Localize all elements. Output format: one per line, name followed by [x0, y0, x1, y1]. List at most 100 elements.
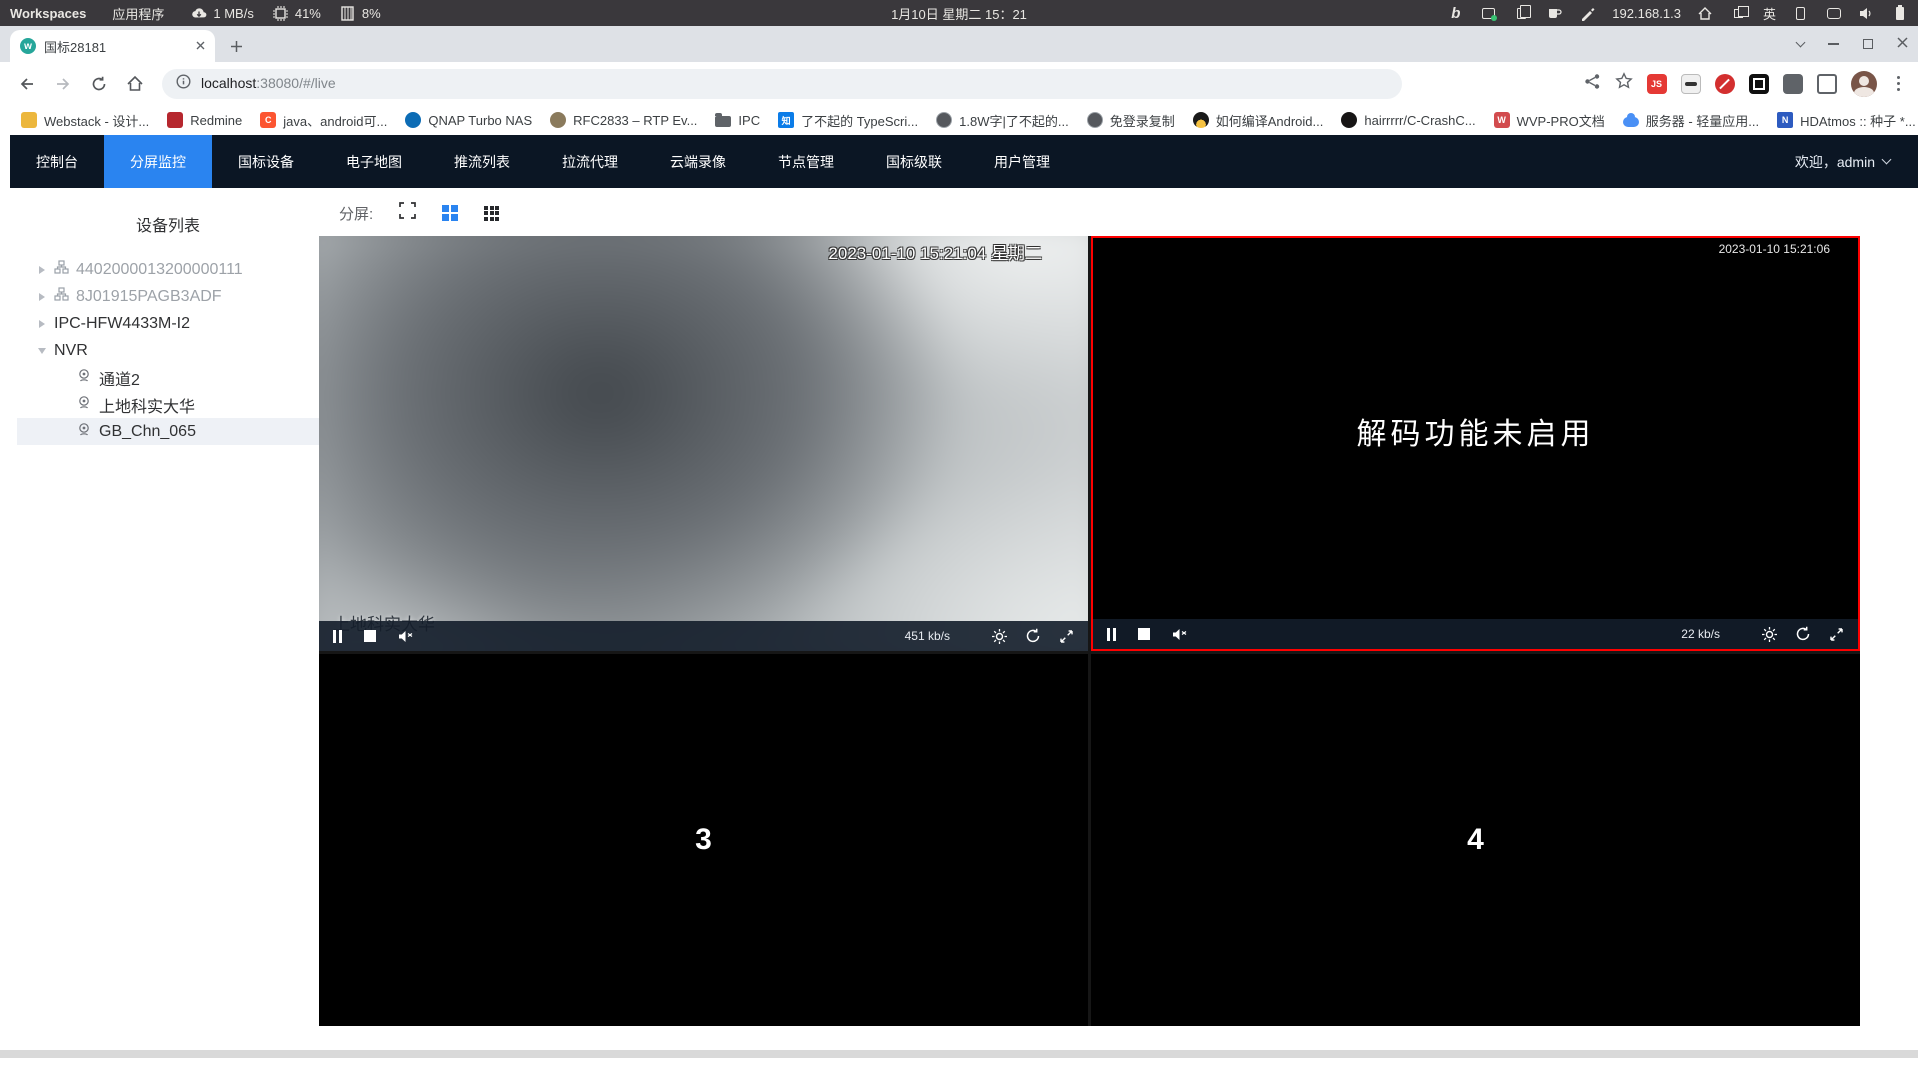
- window-close-button[interactable]: [1897, 35, 1908, 53]
- nine-split-icon[interactable]: [484, 205, 500, 221]
- share-icon[interactable]: [1584, 73, 1601, 95]
- bookmark-item[interactable]: 1.8W字|了不起的...: [927, 111, 1078, 130]
- bookmark-item[interactable]: 知了不起的 TypeScri...: [769, 111, 927, 130]
- nav-item-console[interactable]: 控制台: [10, 135, 104, 188]
- bookmark-item[interactable]: Cjava、android可...: [251, 111, 396, 130]
- phone-link-icon[interactable]: [1792, 5, 1809, 22]
- nav-item-gb-devices[interactable]: 国标设备: [212, 135, 320, 188]
- video-tile-2-selected[interactable]: 2023-01-10 15:21:06 解码功能未启用 22 kb/s: [1091, 236, 1860, 651]
- nav-item-pull-proxy[interactable]: 拉流代理: [536, 135, 644, 188]
- tree-item-channel[interactable]: 上地科实大华: [17, 391, 319, 418]
- nav-item-push-list[interactable]: 推流列表: [428, 135, 536, 188]
- bookmark-item[interactable]: RFC2833 – RTP Ev...: [541, 112, 706, 128]
- volume-icon[interactable]: [1858, 5, 1875, 22]
- tweaks-tray-icon[interactable]: [1579, 5, 1596, 22]
- bookmark-item[interactable]: Redmine: [158, 112, 251, 128]
- applications-menu[interactable]: 应用程序: [112, 4, 164, 23]
- browser-menu-icon[interactable]: [1891, 75, 1907, 92]
- tree-item-device[interactable]: IPC-HFW4433M-I2: [17, 310, 319, 337]
- tab-search-icon[interactable]: [1795, 37, 1806, 48]
- four-split-icon[interactable]: [442, 205, 459, 221]
- stop-button[interactable]: [1138, 628, 1150, 640]
- nav-item-cloud-record[interactable]: 云端录像: [644, 135, 752, 188]
- pause-button[interactable]: [1107, 627, 1116, 641]
- user-menu[interactable]: 欢迎，admin: [1795, 135, 1892, 188]
- nav-item-node-manage[interactable]: 节点管理: [752, 135, 860, 188]
- new-tab-button[interactable]: [223, 33, 249, 59]
- pause-button[interactable]: [333, 629, 342, 643]
- tree-item-platform[interactable]: 4402000013200000111: [17, 256, 319, 283]
- settings-gear-icon[interactable]: [992, 628, 1007, 644]
- site-info-icon[interactable]: [176, 73, 191, 94]
- single-screen-icon[interactable]: [399, 202, 417, 224]
- browser-tab[interactable]: w 国标28181: [10, 30, 215, 62]
- screenshot-tray-icon[interactable]: [1480, 5, 1498, 22]
- bing-tray-icon[interactable]: b: [1447, 5, 1464, 22]
- caret-down-icon[interactable]: [38, 347, 46, 354]
- extension-js-icon[interactable]: JS: [1646, 73, 1667, 94]
- caret-right-icon[interactable]: [39, 265, 45, 274]
- home-tray-icon[interactable]: [1697, 5, 1714, 22]
- tree-item-channel-selected[interactable]: GB_Chn_065: [17, 418, 319, 445]
- bookmark-item[interactable]: W WVP-PRO文档: [1485, 111, 1614, 130]
- profile-avatar[interactable]: [1850, 70, 1877, 97]
- nav-item-map[interactable]: 电子地图: [320, 135, 428, 188]
- tree-item-channel[interactable]: 通道2: [17, 364, 319, 391]
- reload-button[interactable]: [84, 69, 114, 99]
- extension-frame-icon[interactable]: [1816, 73, 1837, 94]
- folder-icon: [715, 113, 732, 127]
- extensions-puzzle-icon[interactable]: [1782, 73, 1803, 94]
- bookmark-item[interactable]: 如何编译Android...: [1184, 111, 1333, 130]
- extension-blocker-icon[interactable]: [1714, 73, 1735, 94]
- bookmark-item[interactable]: N HDAtmos :: 种子 *...: [1768, 111, 1918, 130]
- workspaces-button[interactable]: Workspaces: [10, 6, 86, 21]
- refresh-icon[interactable]: [1025, 628, 1041, 644]
- caret-right-icon[interactable]: [39, 292, 45, 301]
- cpu-indicator[interactable]: 41%: [272, 5, 321, 22]
- clipboard-tray-icon[interactable]: [1513, 4, 1532, 22]
- settings-gear-icon[interactable]: [1762, 626, 1777, 642]
- tree-item-platform[interactable]: 8J01915PAGB3ADF: [17, 283, 319, 310]
- battery-icon[interactable]: [1891, 4, 1908, 22]
- tab-close-icon[interactable]: [196, 37, 205, 55]
- caret-right-icon[interactable]: [39, 319, 45, 328]
- back-button[interactable]: [12, 69, 42, 99]
- nav-item-gb-cascade[interactable]: 国标级联: [860, 135, 968, 188]
- bookmark-item[interactable]: hairrrrr/C-CrashC...: [1332, 112, 1484, 128]
- refresh-icon[interactable]: [1795, 626, 1811, 642]
- bookmark-star-icon[interactable]: [1614, 72, 1633, 95]
- mute-button[interactable]: [398, 630, 414, 643]
- bookmark-item[interactable]: 免登录复制: [1078, 111, 1184, 130]
- nav-item-user-manage[interactable]: 用户管理: [968, 135, 1076, 188]
- mute-button[interactable]: [1172, 628, 1188, 641]
- video-tile-1[interactable]: 2023-01-10 15:21:04 星期二 上地科实大华 451 kb/s: [319, 236, 1088, 651]
- caffeine-tray-icon[interactable]: [1546, 5, 1563, 22]
- window-maximize-button[interactable]: [1863, 39, 1873, 49]
- bookmark-item[interactable]: Webstack - 设计...: [12, 111, 158, 130]
- tree-item-device-nvr[interactable]: NVR: [17, 337, 319, 364]
- bookmark-item[interactable]: 服务器 - 轻量应用...: [1614, 111, 1768, 130]
- nav-item-split-screen[interactable]: 分屏监控: [104, 135, 212, 188]
- fullscreen-icon[interactable]: [1829, 627, 1844, 642]
- address-bar[interactable]: localhost:38080/#/live: [162, 68, 1402, 99]
- video-tile-3[interactable]: 3: [319, 654, 1088, 1026]
- memory-indicator[interactable]: 8%: [339, 5, 381, 22]
- ip-address-indicator[interactable]: 192.168.1.3: [1612, 6, 1681, 21]
- home-button[interactable]: [120, 69, 150, 99]
- platform-icon: [54, 260, 69, 279]
- window-minimize-button[interactable]: [1828, 43, 1839, 45]
- bookmark-item[interactable]: QNAP Turbo NAS: [396, 112, 541, 128]
- cpu-icon: [272, 5, 289, 22]
- bookmark-folder[interactable]: IPC: [706, 113, 769, 128]
- fullscreen-icon[interactable]: [1059, 629, 1074, 644]
- network-speed-indicator[interactable]: 1 MB/s: [190, 5, 254, 22]
- windows-tray-icon[interactable]: [1730, 5, 1749, 22]
- display-settings-icon[interactable]: [1825, 5, 1842, 22]
- penguin-favicon-icon: [1192, 112, 1209, 128]
- extension-darkreader-icon[interactable]: [1680, 73, 1701, 94]
- stop-button[interactable]: [364, 630, 376, 642]
- input-method-indicator[interactable]: 英: [1763, 4, 1776, 23]
- extension-screenshot-icon[interactable]: [1748, 73, 1769, 94]
- video-tile-4[interactable]: 4: [1091, 654, 1860, 1026]
- forward-button[interactable]: [48, 69, 78, 99]
